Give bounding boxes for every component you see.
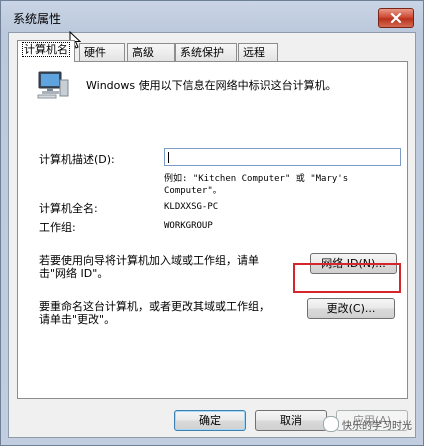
system-properties-window: 系统属性 计算机名 硬件 高级 系统保护 远程 Windows 使用以下信息在网… (0, 0, 424, 446)
tab-advanced[interactable]: 高级 (127, 43, 175, 61)
tab-remote[interactable]: 远程 (238, 43, 278, 61)
full-name-label: 计算机全名: (39, 202, 98, 215)
workgroup-value: WORKGROUP (164, 221, 213, 231)
watermark: 快乐的学习时光 (323, 416, 412, 432)
highlight-box (293, 263, 401, 293)
close-button[interactable] (378, 8, 414, 28)
computer-name-panel: Windows 使用以下信息在网络中标识这台计算机。 计算机描述(D): 例如:… (17, 61, 408, 399)
cancel-button[interactable]: 取消 (255, 410, 327, 431)
tab-computer-name[interactable]: 计算机名 (17, 40, 75, 62)
window-title: 系统属性 (13, 12, 62, 26)
tab-hardware[interactable]: 硬件 (79, 43, 125, 61)
watermark-text: 快乐的学习时光 (342, 420, 412, 432)
rename-text-line-2: 请单击"更改"。 (39, 313, 116, 326)
full-name-value: KLDXXSG-PC (164, 202, 219, 212)
change-button[interactable]: 更改(C)... (307, 298, 395, 319)
intro-text: Windows 使用以下信息在网络中标识这台计算机。 (86, 79, 337, 92)
network-id-text-line-2: 击"网络 ID"。 (39, 267, 109, 280)
computer-icon (37, 71, 69, 99)
ok-button[interactable]: 确定 (174, 410, 246, 431)
dialog-client-area: 计算机名 硬件 高级 系统保护 远程 Windows 使用以下信息在网络中标识这… (8, 32, 416, 438)
tab-system-protection[interactable]: 系统保护 (175, 43, 237, 61)
close-icon (390, 13, 402, 23)
description-label: 计算机描述(D): (39, 153, 115, 166)
example-line-2: Computer"。 (164, 186, 222, 196)
wechat-logo-icon (323, 416, 339, 432)
text-caret (168, 152, 169, 163)
workgroup-label: 工作组: (39, 221, 76, 234)
computer-description-input[interactable] (164, 148, 401, 166)
